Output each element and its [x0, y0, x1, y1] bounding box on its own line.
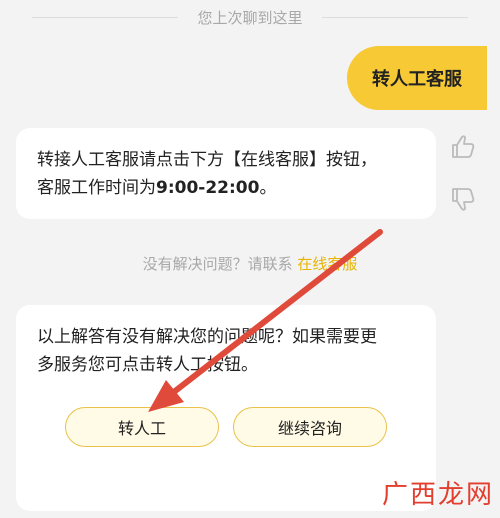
contact-hint-text: 没有解决问题？请联系: [142, 255, 293, 273]
followup-line1: 以上解答有没有解决您的问题呢？如果需要更: [37, 327, 377, 347]
followup-line2: 多服务您可点击转人工按钮。: [37, 355, 258, 375]
watermark-text: 广西龙网: [382, 480, 495, 510]
user-message-bubble: 转人工客服: [347, 46, 487, 110]
divider-line-right: [322, 17, 468, 18]
online-service-link[interactable]: 在线客服: [297, 255, 357, 273]
transfer-human-button[interactable]: 转人工: [65, 407, 219, 447]
watermark-logo: 广西龙网: [356, 470, 496, 514]
bot-message-line2-suffix: 。: [259, 178, 277, 198]
history-divider: 您上次聊到这里: [0, 8, 500, 28]
bot-message-line1: 转接人工客服请点击下方【在线客服】按钮，: [37, 150, 377, 170]
followup-text: 以上解答有没有解决您的问题呢？如果需要更 多服务您可点击转人工按钮。: [37, 323, 429, 379]
bot-message-line2-prefix: 客服工作时间为: [37, 178, 156, 198]
bot-message-text: 转接人工客服请点击下方【在线客服】按钮， 客服工作时间为9:00-22:00。: [37, 146, 429, 202]
continue-consult-button[interactable]: 继续咨询: [233, 407, 387, 447]
contact-hint: 没有解决问题？请联系 在线客服: [0, 253, 500, 274]
work-hours: 9:00-22:00: [156, 178, 260, 198]
bot-message-bubble: 转接人工客服请点击下方【在线客服】按钮， 客服工作时间为9:00-22:00。: [16, 128, 436, 219]
thumbs-down-icon[interactable]: [448, 184, 478, 214]
history-divider-text: 您上次聊到这里: [197, 9, 303, 27]
thumbs-up-icon[interactable]: [448, 132, 478, 162]
